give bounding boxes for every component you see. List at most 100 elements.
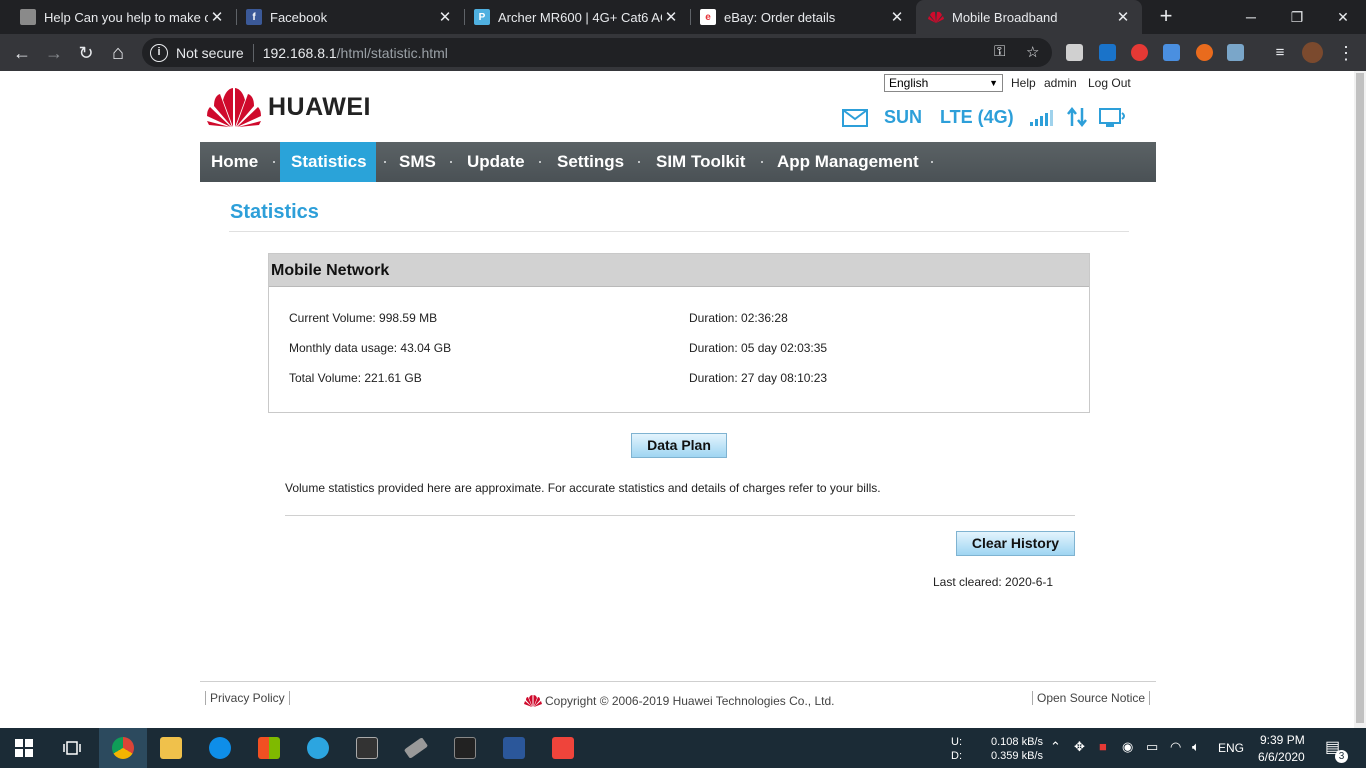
total-volume: Total Volume: 221.61 GB — [289, 371, 422, 385]
forward-button[interactable]: → — [42, 41, 66, 65]
home-button[interactable]: ⌂ — [106, 41, 130, 65]
clock-time[interactable]: 9:39 PM — [1260, 733, 1305, 747]
start-button[interactable] — [0, 728, 48, 768]
menu-icon[interactable]: ⋮ — [1334, 41, 1358, 65]
tray-app-icon[interactable]: ◉ — [1122, 739, 1133, 755]
scrollbar-thumb[interactable] — [1356, 73, 1364, 723]
file-explorer-button[interactable] — [147, 728, 195, 768]
data-transfer-icon — [1067, 107, 1087, 127]
close-tab-icon[interactable]: ✕ — [1114, 8, 1132, 26]
avatar[interactable] — [1302, 42, 1323, 63]
tab-title: Mobile Broadband — [952, 9, 1058, 25]
info-icon[interactable]: i — [150, 43, 168, 62]
chevron-up-icon[interactable]: ⌃ — [1050, 739, 1061, 755]
nav-sim-toolkit[interactable]: SIM Toolkit — [645, 142, 756, 182]
media-icon[interactable]: ≡ — [1268, 41, 1292, 65]
open-source-notice-link[interactable]: Open Source Notice — [1032, 691, 1151, 705]
nav-separator — [931, 161, 933, 163]
clear-history-button[interactable]: Clear History — [956, 531, 1075, 556]
star-icon[interactable]: ☆ — [1026, 43, 1039, 61]
chevron-down-icon: ▼ — [989, 78, 998, 88]
extension-icon[interactable] — [1131, 44, 1148, 61]
url-host: 192.168.8.1 — [262, 44, 337, 61]
app-button[interactable] — [392, 728, 440, 768]
mobile-network-panel: Mobile Network Current Volume: 998.59 MB… — [268, 253, 1090, 413]
minimize-button[interactable]: ─ — [1228, 0, 1274, 34]
help-link[interactable]: Help — [1011, 76, 1036, 90]
browser-tab[interactable]: Help Can you help to make op ✕ — [0, 0, 236, 34]
new-tab-button[interactable]: + — [1155, 5, 1177, 27]
anydesk-button[interactable] — [539, 728, 587, 768]
back-button[interactable]: ← — [10, 41, 34, 65]
app-icon — [356, 737, 378, 759]
chrome-taskbar-button[interactable] — [99, 728, 147, 768]
reload-button[interactable]: ↻ — [74, 41, 98, 65]
language-value: English — [889, 76, 929, 90]
volume-icon[interactable]: 🔈︎ — [1192, 739, 1200, 755]
download-label: D: — [951, 750, 962, 762]
folder-icon — [160, 737, 182, 759]
nav-app-management[interactable]: App Management — [766, 142, 930, 182]
address-bar[interactable]: i Not secure 192.168.8.1/html/statistic.… — [142, 38, 1052, 67]
scrollbar[interactable] — [1354, 71, 1366, 728]
teamviewer-button[interactable] — [196, 728, 244, 768]
close-window-button[interactable]: ✕ — [1320, 0, 1366, 34]
windows-icon — [15, 739, 33, 757]
security-label: Not secure — [176, 44, 244, 61]
app-icon — [454, 737, 476, 759]
maximize-button[interactable]: ❐ — [1274, 0, 1320, 34]
key-icon[interactable]: ⚿ — [994, 43, 1005, 60]
task-view-button[interactable] — [48, 728, 96, 768]
close-tab-icon[interactable]: ✕ — [436, 8, 454, 26]
close-tab-icon[interactable]: ✕ — [888, 8, 906, 26]
nav-home[interactable]: Home — [200, 142, 269, 182]
nav-separator — [761, 161, 763, 163]
browser-tab[interactable]: e eBay: Order details ✕ — [680, 0, 916, 34]
nav-separator — [450, 161, 452, 163]
close-tab-icon[interactable]: ✕ — [662, 8, 680, 26]
page-title: Statistics — [230, 201, 319, 223]
tab-title: Facebook — [270, 9, 328, 25]
teamviewer-icon — [209, 737, 231, 759]
signal-strength-icon — [1030, 110, 1053, 126]
extension-icon[interactable] — [1227, 44, 1244, 61]
nav-update[interactable]: Update — [456, 142, 536, 182]
extension-icon[interactable] — [1196, 44, 1213, 61]
word-button[interactable] — [490, 728, 538, 768]
divider — [252, 43, 254, 62]
total-duration: Duration: 27 day 08:10:23 — [689, 371, 828, 385]
browser-tab[interactable]: f Facebook ✕ — [226, 0, 464, 34]
browser-tab[interactable]: P Archer MR600 | 4G+ Cat6 AC1 ✕ — [454, 0, 690, 34]
connected-device-icon — [1099, 108, 1125, 127]
extension-icon[interactable] — [1066, 44, 1083, 61]
tray-app-icon[interactable]: ■ — [1099, 739, 1107, 754]
app-button[interactable] — [441, 728, 489, 768]
clock-date[interactable]: 6/6/2020 — [1258, 750, 1305, 764]
battery-icon[interactable]: ▭ — [1146, 739, 1158, 755]
envelope-icon[interactable] — [842, 109, 868, 127]
telegram-button[interactable] — [294, 728, 342, 768]
download-rate: 0.359 kB/s — [991, 750, 1043, 762]
nav-sms[interactable]: SMS — [388, 142, 447, 182]
language-select[interactable]: English ▼ — [884, 74, 1003, 92]
facebook-icon: f — [246, 9, 262, 25]
usb-icon — [403, 737, 429, 759]
logout-link[interactable]: Log Out — [1088, 76, 1131, 90]
nav-statistics[interactable]: Statistics — [280, 142, 376, 182]
tp-link-icon: P — [474, 9, 490, 25]
tab-title: Archer MR600 | 4G+ Cat6 AC1 — [498, 9, 662, 25]
data-plan-button[interactable]: Data Plan — [631, 433, 727, 458]
main-nav: Home Statistics SMS Update Settings SIM … — [200, 142, 1156, 182]
monthly-duration: Duration: 05 day 02:03:35 — [689, 341, 828, 355]
wifi-icon[interactable]: ◠ — [1170, 739, 1181, 755]
input-language[interactable]: ENG — [1218, 741, 1244, 755]
extension-icon[interactable] — [1099, 44, 1116, 61]
translate-icon[interactable] — [1163, 44, 1180, 61]
tray-app-icon[interactable]: ✥ — [1074, 739, 1085, 755]
close-tab-icon[interactable]: ✕ — [208, 8, 226, 26]
nav-settings[interactable]: Settings — [546, 142, 635, 182]
store-button[interactable] — [245, 728, 293, 768]
app-button[interactable] — [343, 728, 391, 768]
browser-tab-active[interactable]: Mobile Broadband ✕ — [916, 0, 1142, 34]
privacy-policy-link[interactable]: Privacy Policy — [205, 691, 290, 705]
